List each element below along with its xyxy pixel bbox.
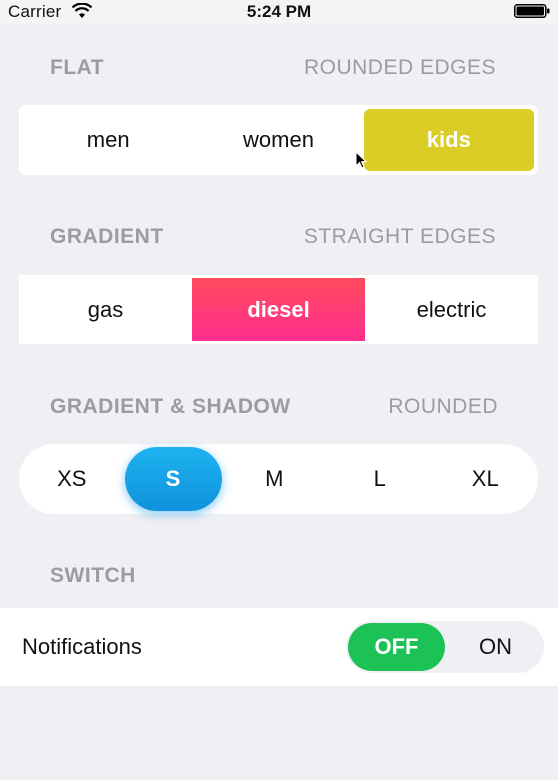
section-subtitle: STRAIGHT EDGES bbox=[303, 225, 496, 248]
segment-m[interactable]: M bbox=[222, 444, 328, 514]
mouse-pointer-icon bbox=[355, 151, 367, 169]
section-header-switch: SWITCH bbox=[50, 564, 496, 590]
segment-kids[interactable]: kids bbox=[363, 109, 534, 171]
battery-icon bbox=[514, 4, 550, 18]
section-header-flat: FLAT ROUNDED EDGES bbox=[50, 56, 496, 82]
section-header-gradient: GRADIENT STRAIGHT EDGES bbox=[50, 225, 496, 251]
status-bar: Carrier 5:24 PM bbox=[0, 0, 558, 24]
status-time: 5:24 PM bbox=[246, 2, 312, 21]
section-title: FLAT bbox=[50, 56, 105, 79]
section-subtitle: ROUNDED EDGES bbox=[303, 56, 496, 79]
notifications-label: Notifications bbox=[22, 634, 142, 659]
notifications-toggle[interactable]: OFF ON bbox=[346, 621, 544, 673]
segment-men[interactable]: men bbox=[23, 105, 193, 175]
section-title: GRADIENT bbox=[50, 225, 164, 248]
segmented-control-flat: men women kids bbox=[19, 105, 538, 175]
segmented-control-size: XS S M L XL bbox=[19, 444, 538, 514]
toggle-on-option[interactable]: ON bbox=[447, 621, 544, 673]
segmented-control-gradient: gas diesel electric bbox=[19, 275, 538, 344]
notifications-row: Notifications OFF ON bbox=[0, 608, 558, 686]
segment-xs[interactable]: XS bbox=[19, 444, 125, 514]
section-title: SWITCH bbox=[50, 564, 136, 587]
segment-l[interactable]: L bbox=[327, 444, 433, 514]
section-subtitle: ROUNDED bbox=[388, 395, 498, 418]
toggle-off-option[interactable]: OFF bbox=[348, 623, 445, 671]
segment-electric[interactable]: electric bbox=[365, 275, 538, 344]
segment-diesel[interactable]: diesel bbox=[192, 278, 365, 341]
section-header-gradient-shadow: GRADIENT & SHADOW ROUNDED bbox=[50, 395, 498, 421]
segment-xl[interactable]: XL bbox=[433, 444, 539, 514]
section-title: GRADIENT & SHADOW bbox=[50, 395, 291, 418]
segment-s[interactable]: S bbox=[124, 447, 222, 511]
segment-women[interactable]: women bbox=[193, 105, 363, 175]
segment-gas[interactable]: gas bbox=[19, 275, 192, 344]
